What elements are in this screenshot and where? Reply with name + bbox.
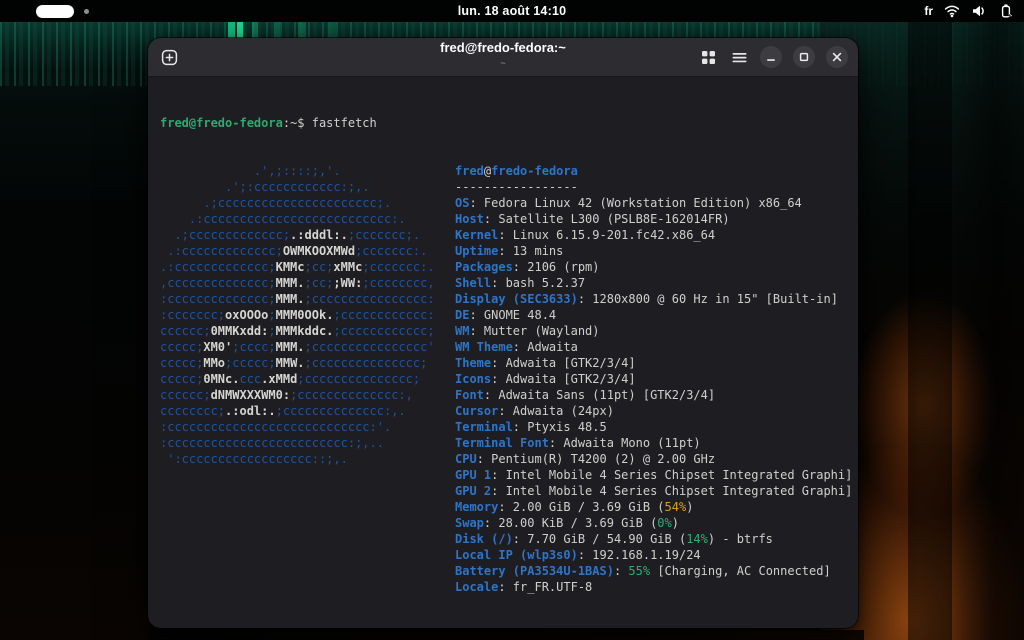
active-workspace-pill[interactable] <box>36 5 74 18</box>
prompt-line-command: fred@fredo-fedora:~$ fastfetch <box>160 115 858 131</box>
terminal-line: Icons: Adwaita [GTK2/3/4] <box>455 371 852 387</box>
terminal-line: Shell: bash 5.2.37 <box>455 275 852 291</box>
terminal-line: ccccc;0MNc.ccc.xMMd;ccccccccccccccc; <box>160 371 435 387</box>
terminal-line: Disk (/): 7.70 GiB / 54.90 GiB (14%) - b… <box>455 531 852 547</box>
terminal-line: :cccccccccccccc;MMM.;cccccccccccccccc: <box>160 291 435 307</box>
battery-charging-icon[interactable] <box>998 3 1014 19</box>
terminal-line: OS: Fedora Linux 42 (Workstation Edition… <box>455 195 852 211</box>
terminal-line: .',;::::;,'. <box>160 163 435 179</box>
terminal-line: ccccc;XM0';cccc;MMM.;cccccccccccccccc' <box>160 339 435 355</box>
fedora-ascii-logo: .',;::::;,'. .';:cccccccccccc:;,. .;cccc… <box>160 163 435 467</box>
terminal-window: fred@fredo-fedora:~ ~ <box>148 38 858 628</box>
close-button[interactable] <box>826 46 848 68</box>
terminal-line: :ccccccccccccccccccccccccc:;,.. <box>160 435 435 451</box>
terminal-line: fred@fredo-fedora <box>455 163 852 179</box>
terminal-line: Locale: fr_FR.UTF-8 <box>455 579 852 595</box>
terminal-line: Memory: 2.00 GiB / 3.69 GiB (54%) <box>455 499 852 515</box>
terminal-line: DE: GNOME 48.4 <box>455 307 852 323</box>
workspace-indicator[interactable] <box>36 0 89 22</box>
maximize-button[interactable] <box>793 46 815 68</box>
window-header[interactable]: fred@fredo-fedora:~ ~ <box>148 38 858 77</box>
terminal-line: WM Theme: Adwaita <box>455 339 852 355</box>
terminal-line: .;ccccccccccccc;.:dddl:.;ccccccc;. <box>160 227 435 243</box>
terminal-content[interactable]: fred@fredo-fedora:~$ fastfetch .',;::::;… <box>148 77 858 628</box>
terminal-line: Kernel: Linux 6.15.9-201.fc42.x86_64 <box>455 227 852 243</box>
new-tab-button[interactable] <box>157 45 181 69</box>
terminal-line: Battery (PA3534U-1BAS): 55% [Charging, A… <box>455 563 852 579</box>
terminal-line: Display (SEC3633): 1280x800 @ 60 Hz in 1… <box>455 291 852 307</box>
terminal-line: :cccccccccccccccccccccccccccc:'. <box>160 419 435 435</box>
terminal-line: ,cccccccccccccc;MMM.;cc;;WW:;cccccccc, <box>160 275 435 291</box>
terminal-line: Cursor: Adwaita (24px) <box>455 403 852 419</box>
terminal-line: cccccc;dNMWXXXWM0:;cccccccccccccc:, <box>160 387 435 403</box>
terminal-line: Terminal Font: Adwaita Mono (11pt) <box>455 435 852 451</box>
terminal-line: .:ccccccccccccc;KMMc;cc;xMMc;ccccccc:. <box>160 259 435 275</box>
wallpaper-floor-strip <box>148 630 864 640</box>
terminal-line: Host: Satellite L300 (PSLB8E-162014FR) <box>455 211 852 227</box>
terminal-line: ':cccccccccccccccccc::;,. <box>160 451 435 467</box>
terminal-line: :ccccccc;oxOOOo;MMM0OOk.;cccccccccccc: <box>160 307 435 323</box>
menu-button[interactable] <box>729 47 749 67</box>
wifi-icon[interactable] <box>944 3 960 19</box>
terminal-line: .:ccccccccccccc;OWMKOOXMWd;ccccccc:. <box>160 243 435 259</box>
terminal-line: .:cccccccccccccccccccccccccc:. <box>160 211 435 227</box>
volume-icon[interactable] <box>971 3 987 19</box>
window-subtitle: ~ <box>440 59 566 69</box>
terminal-line: cccccc;0MMKxdd:;MMMkddc.;cccccccccccc; <box>160 323 435 339</box>
terminal-line: Terminal: Ptyxis 48.5 <box>455 419 852 435</box>
terminal-line: Uptime: 13 mins <box>455 243 852 259</box>
fastfetch-info-column: fred@fredo-fedora-----------------OS: Fe… <box>455 163 852 595</box>
terminal-line: ----------------- <box>455 179 852 195</box>
keyboard-layout-indicator[interactable]: fr <box>924 4 933 18</box>
terminal-line: cccccccc;.:odl:.;cccccccccccccc:,. <box>160 403 435 419</box>
top-bar: lun. 18 août 14:10 fr <box>0 0 1024 22</box>
terminal-line: Font: Adwaita Sans (11pt) [GTK2/3/4] <box>455 387 852 403</box>
minimize-button[interactable] <box>760 46 782 68</box>
terminal-line: Swap: 28.00 KiB / 3.69 GiB (0%) <box>455 515 852 531</box>
system-status-area[interactable]: fr <box>924 0 1014 22</box>
terminal-line: GPU 1: Intel Mobile 4 Series Chipset Int… <box>455 467 852 483</box>
terminal-line: WM: Mutter (Wayland) <box>455 323 852 339</box>
terminal-line: GPU 2: Intel Mobile 4 Series Chipset Int… <box>455 483 852 499</box>
terminal-line: .';:cccccccccccc:;,. <box>160 179 435 195</box>
terminal-line: Theme: Adwaita [GTK2/3/4] <box>455 355 852 371</box>
clock-menu[interactable]: lun. 18 août 14:10 <box>458 0 567 22</box>
terminal-line: .;cccccccccccccccccccccc;. <box>160 195 435 211</box>
terminal-line: Local IP (wlp3s0): 192.168.1.19/24 <box>455 547 852 563</box>
terminal-line: fred@fredo-fedora:~$ fastfetch <box>160 115 858 131</box>
terminal-line: CPU: Pentium(R) T4200 (2) @ 2.00 GHz <box>455 451 852 467</box>
terminal-line: Packages: 2106 (rpm) <box>455 259 852 275</box>
terminal-line: ccccc;MMo;ccccc;MMW.;ccccccccccccccc; <box>160 355 435 371</box>
tab-overview-button[interactable] <box>698 47 718 67</box>
inactive-workspace-dot[interactable] <box>84 9 89 14</box>
window-title: fred@fredo-fedora:~ <box>440 41 566 54</box>
